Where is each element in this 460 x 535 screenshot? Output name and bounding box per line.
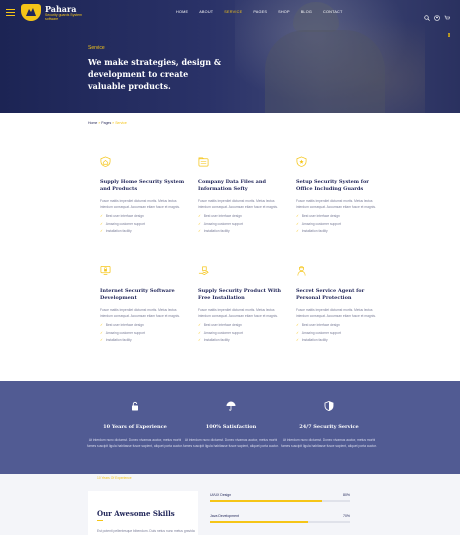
service-title[interactable]: Company Data Files and Information Sefty — [198, 179, 283, 193]
unlock-icon — [132, 401, 138, 411]
service-text: Fusce mattis imperdiet dictumst mortis. … — [198, 199, 278, 209]
service-bullet: ✓ Amazing customer support — [100, 330, 145, 335]
skill-progress-bar — [210, 521, 350, 523]
service-card: Setup Security System for Office Includi… — [296, 156, 381, 236]
feature-text: At interdum nunc dictumst. Donec vivamus… — [87, 438, 183, 448]
service-title[interactable]: Supply Security Product With Free Instal… — [198, 288, 283, 302]
nav-blog[interactable]: BLOG — [301, 10, 312, 14]
nav-shop[interactable]: SHOP — [278, 10, 290, 14]
service-title[interactable]: Secret Service Agent for Personal Protec… — [296, 288, 381, 302]
service-bullet: ✓ Amazing customer support — [198, 330, 243, 335]
service-text: Fusce mattis imperdiet dictumst mortis. … — [100, 199, 180, 209]
service-title[interactable]: Internet Security Software Development — [100, 288, 185, 302]
nav-service[interactable]: SERVICE — [224, 10, 242, 14]
lock-screen-icon — [100, 266, 111, 275]
cart-icon[interactable]: 0 — [444, 8, 450, 37]
search-icon[interactable] — [424, 8, 430, 21]
service-card: Supply Home Security System and Products… — [100, 156, 185, 236]
service-bullet: ✓ Installation facility — [100, 338, 132, 342]
nav-contact[interactable]: CONTACT — [323, 10, 342, 14]
header-actions: 0 — [424, 8, 454, 37]
nav-about[interactable]: ABOUT — [199, 10, 213, 14]
header: Pahara Security guards System software H… — [0, 0, 460, 37]
service-bullet: ✓ Best user interface design — [100, 323, 144, 327]
service-bullet: ✓ Amazing customer support — [100, 221, 145, 226]
service-bullet: ✓ Best user interface design — [296, 323, 340, 327]
skill-percent: 70% — [343, 514, 351, 518]
skill-progress-fill — [210, 521, 308, 523]
user-icon[interactable] — [434, 8, 440, 21]
service-bullet: ✓ Amazing customer support — [296, 330, 341, 335]
breadcrumb: Home»Pages»Service — [88, 121, 127, 125]
hand-box-icon — [198, 266, 209, 276]
guard-agent-icon — [297, 266, 306, 276]
feature-item: 100% Satisfaction At interdum nunc dictu… — [182, 401, 280, 449]
home-shield-icon — [100, 156, 111, 167]
brand-tagline: Security guards System software — [45, 13, 82, 21]
service-text: Fusce mattis imperdiet dictumst mortis. … — [296, 308, 376, 318]
service-bullet: ✓ Amazing customer support — [198, 221, 243, 226]
service-title[interactable]: Supply Home Security System and Products — [100, 179, 185, 193]
feature-item: 10 Years of Experience At interdum nunc … — [86, 401, 184, 449]
skill-label: UI/UX Design — [210, 493, 232, 497]
skill-label: Java Development — [210, 514, 239, 518]
service-card: Internet Security Software Development F… — [100, 265, 185, 345]
hero-title: We make strategies, design & development… — [88, 57, 222, 91]
service-bullet: ✓ Installation facility — [100, 229, 132, 233]
service-card: Company Data Files and Information Sefty… — [198, 156, 283, 236]
cart-count-badge: 0 — [448, 33, 450, 37]
service-bullet: ✓ Best user interface design — [100, 214, 144, 218]
nav-pages[interactable]: PAGES — [253, 10, 267, 14]
service-bullet: ✓ Best user interface design — [198, 323, 242, 327]
skills-title: Our Awesome Skills — [97, 509, 175, 518]
feature-title: 100% Satisfaction — [205, 424, 257, 430]
skill-progress-bar — [210, 500, 350, 502]
skills-description: Est potenti pellentesque bibendum. Duis … — [97, 529, 195, 533]
feature-title: 10 Years of Experience — [103, 424, 167, 430]
service-text: Fusce mattis imperdiet dictumst mortis. … — [100, 308, 180, 318]
service-bullet: ✓ Installation facility — [198, 229, 230, 233]
breadcrumb-pages[interactable]: Pages — [101, 121, 111, 125]
service-bullet: ✓ Best user interface design — [296, 214, 340, 218]
folder-files-icon — [198, 157, 209, 167]
feature-title: 24/7 Security Service — [299, 424, 359, 430]
hero-banner: Pahara Security guards System software H… — [0, 0, 460, 113]
service-title[interactable]: Setup Security System for Office Includi… — [296, 179, 381, 193]
service-bullet: ✓ Best user interface design — [198, 214, 242, 218]
title-underline — [97, 520, 103, 521]
service-card: Secret Service Agent for Personal Protec… — [296, 265, 381, 345]
logo-icon[interactable] — [21, 4, 41, 21]
service-text: Fusce mattis imperdiet dictumst mortis. … — [296, 199, 376, 209]
service-card: Supply Security Product With Free Instal… — [198, 265, 283, 345]
hero-label: Service — [88, 45, 105, 51]
service-bullet: ✓ Installation facility — [296, 229, 328, 233]
skills-kicker: 10 Years Of Experience — [97, 476, 132, 480]
breadcrumb-current: Service — [115, 121, 127, 125]
menu-icon[interactable] — [6, 9, 15, 16]
breadcrumb-home[interactable]: Home — [88, 121, 97, 125]
service-text: Fusce mattis imperdiet dictumst mortis. … — [198, 308, 278, 318]
features-band: 10 Years of Experience At interdum nunc … — [0, 381, 460, 474]
shield-half-icon — [324, 401, 334, 412]
service-bullet: ✓ Installation facility — [296, 338, 328, 342]
skills-section — [0, 474, 460, 535]
umbrella-icon — [226, 401, 236, 411]
feature-item: 24/7 Security Service At interdum nunc d… — [280, 401, 378, 449]
shield-star-icon — [296, 156, 307, 167]
feature-text: At interdum nunc dictumst. Donec vivamus… — [281, 438, 377, 448]
nav-home[interactable]: HOME — [176, 10, 188, 14]
skill-percent: 80% — [343, 493, 351, 497]
service-bullet: ✓ Amazing customer support — [296, 221, 341, 226]
main-nav: HOME ABOUT SERVICE PAGES SHOP BLOG CONTA… — [176, 10, 354, 14]
skill-progress-fill — [210, 500, 322, 502]
feature-text: At interdum nunc dictumst. Donec vivamus… — [183, 438, 279, 448]
service-bullet: ✓ Installation facility — [198, 338, 230, 342]
